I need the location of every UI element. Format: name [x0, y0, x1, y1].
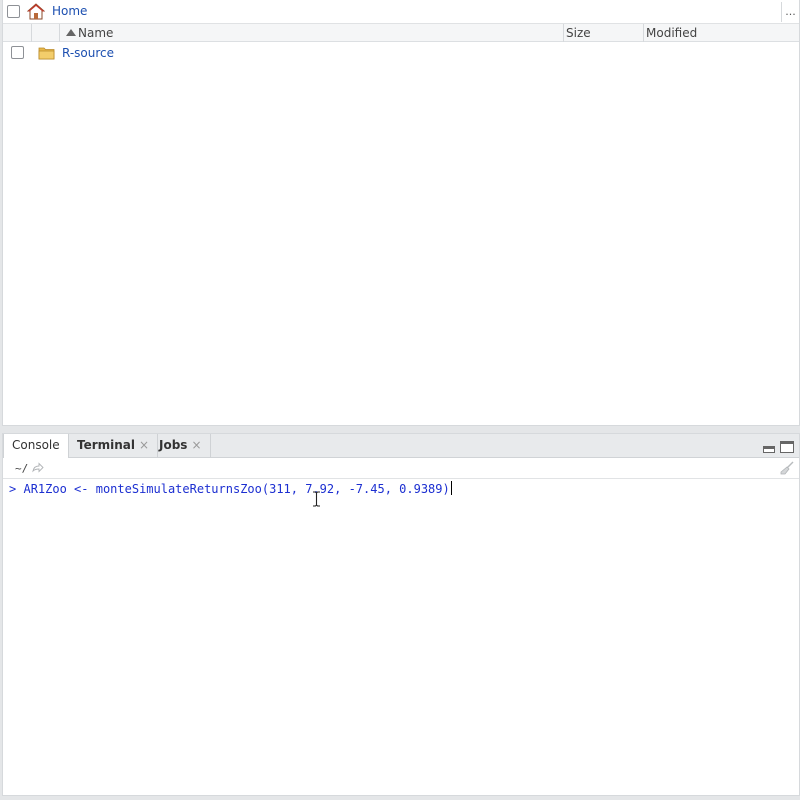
column-divider — [31, 24, 32, 42]
text-caret — [450, 481, 452, 495]
path-bar: Home ... — [3, 0, 799, 24]
tab-jobs[interactable]: Jobs × — [151, 434, 211, 458]
more-options-button[interactable]: ... — [781, 2, 799, 22]
working-directory: ~/ — [15, 462, 29, 475]
column-header-modified[interactable]: Modified — [646, 26, 697, 40]
column-divider — [59, 24, 60, 42]
console-prompt: > — [9, 482, 17, 496]
file-name-link[interactable]: R-source — [62, 46, 114, 60]
console-toolbar: ~/ — [3, 458, 799, 479]
console-tab-bar: Console Terminal × Jobs × — [3, 434, 799, 459]
tab-label: Terminal — [77, 438, 136, 452]
row-checkbox[interactable] — [11, 46, 24, 59]
column-header-size[interactable]: Size — [566, 26, 591, 40]
console-input-text[interactable]: AR1Zoo <- monteSimulateReturnsZoo(311, 7… — [23, 482, 449, 496]
file-list-header: Name Size Modified — [3, 24, 799, 42]
tab-label: Jobs — [159, 438, 188, 452]
files-pane: Home ... Name Size Modified R-source — [2, 0, 800, 426]
console-input-line[interactable]: > AR1Zoo <- monteSimulateReturnsZoo(311,… — [9, 481, 452, 496]
console-pane: Console Terminal × Jobs × ~/ > AR1Zoo <- m… — [2, 433, 800, 796]
tab-console[interactable]: Console — [3, 434, 69, 459]
text-cursor-icon — [313, 491, 320, 507]
column-divider — [563, 24, 564, 42]
maximize-icon[interactable] — [780, 441, 794, 453]
column-header-name[interactable]: Name — [78, 26, 113, 40]
select-all-checkbox[interactable] — [7, 5, 20, 18]
breadcrumb-home[interactable]: Home — [52, 4, 87, 18]
broom-icon[interactable] — [780, 461, 794, 475]
close-icon[interactable]: × — [191, 438, 201, 452]
column-divider — [643, 24, 644, 42]
folder-icon — [38, 47, 55, 60]
close-icon[interactable]: × — [139, 438, 149, 452]
tab-label: Console — [12, 438, 60, 452]
goto-dir-icon[interactable] — [32, 462, 44, 474]
file-row[interactable]: R-source — [3, 43, 799, 63]
sort-asc-icon — [66, 29, 76, 36]
tab-terminal[interactable]: Terminal × — [69, 434, 159, 458]
minimize-icon[interactable] — [763, 446, 775, 453]
console-output[interactable]: > AR1Zoo <- monteSimulateReturnsZoo(311,… — [3, 480, 799, 795]
home-icon[interactable] — [27, 3, 45, 20]
